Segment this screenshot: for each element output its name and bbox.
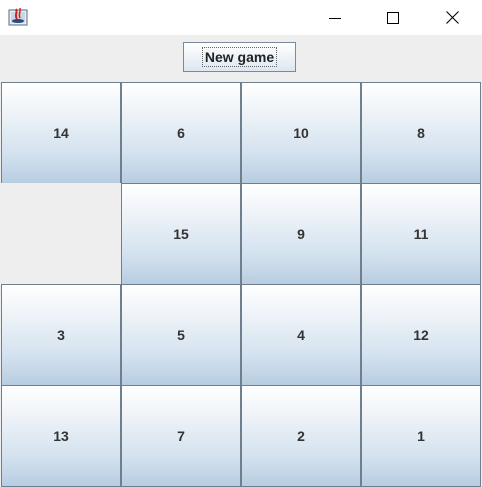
puzzle-tile[interactable]: 10 bbox=[241, 82, 361, 184]
puzzle-tile[interactable]: 5 bbox=[121, 284, 241, 386]
minimize-icon bbox=[329, 17, 341, 19]
title-bar bbox=[0, 0, 482, 35]
puzzle-tile[interactable]: 2 bbox=[241, 385, 361, 487]
puzzle-tile[interactable]: 8 bbox=[361, 82, 481, 184]
puzzle-tile[interactable]: 12 bbox=[361, 284, 481, 386]
new-game-label: New game bbox=[201, 47, 278, 67]
java-app-icon[interactable] bbox=[8, 7, 30, 27]
puzzle-tile[interactable]: 13 bbox=[1, 385, 121, 487]
maximize-button[interactable] bbox=[364, 0, 422, 35]
puzzle-tile[interactable]: 6 bbox=[121, 82, 241, 184]
close-icon bbox=[445, 11, 459, 24]
puzzle-board: 14 6 10 8 15 9 11 3 5 4 12 13 7 2 1 bbox=[0, 81, 482, 487]
puzzle-tile[interactable]: 1 bbox=[361, 385, 481, 487]
puzzle-tile[interactable]: 7 bbox=[121, 385, 241, 487]
new-game-button[interactable]: New game bbox=[183, 42, 296, 72]
empty-slot bbox=[1, 183, 121, 285]
puzzle-tile[interactable]: 14 bbox=[1, 82, 121, 184]
puzzle-tile[interactable]: 11 bbox=[361, 183, 481, 285]
puzzle-tile[interactable]: 3 bbox=[1, 284, 121, 386]
toolbar: New game bbox=[0, 35, 482, 81]
puzzle-tile[interactable]: 4 bbox=[241, 284, 361, 386]
puzzle-tile[interactable]: 9 bbox=[241, 183, 361, 285]
puzzle-tile[interactable]: 15 bbox=[121, 183, 241, 285]
close-button[interactable] bbox=[423, 0, 481, 35]
minimize-button[interactable] bbox=[306, 0, 364, 35]
maximize-icon bbox=[387, 11, 399, 24]
